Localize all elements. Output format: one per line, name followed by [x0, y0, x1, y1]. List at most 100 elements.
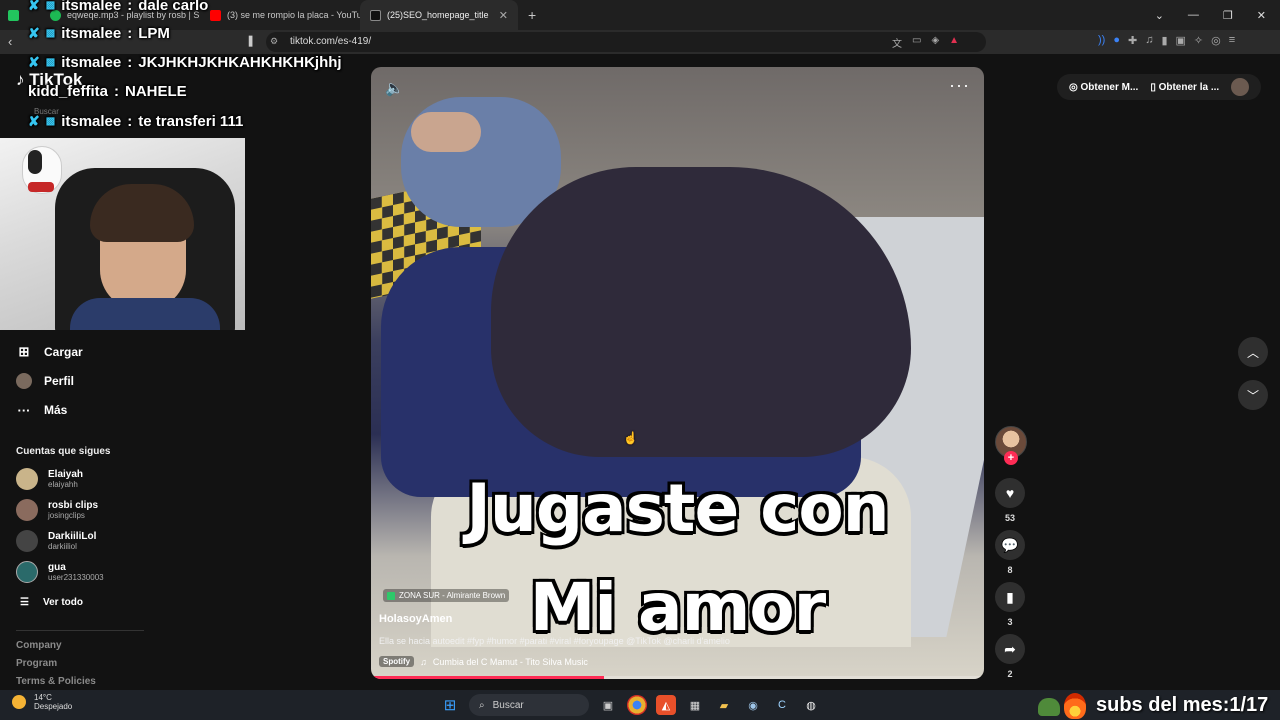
account-name: Elaiyah	[48, 469, 84, 480]
minimize-icon[interactable]: —	[1188, 9, 1199, 21]
bookmark-action[interactable]: ▮ 3	[995, 582, 1025, 627]
video-caption: Jugaste con	[466, 470, 889, 547]
audio-icon[interactable]: ))	[1098, 34, 1105, 47]
moon-icon	[12, 695, 26, 709]
more-options-icon[interactable]: ···	[949, 75, 970, 96]
nav-label: Perfil	[44, 374, 75, 388]
vpn-icon[interactable]: ◎	[1211, 34, 1221, 47]
browser-tab[interactable]: (3) se me rompio la placa - YouTube	[200, 0, 360, 30]
browser-tab-active[interactable]: (25)SEO_homepage_title ✕	[360, 0, 518, 30]
weather-widget[interactable]: 14°C Despejado	[12, 693, 72, 711]
close-icon[interactable]: ✕	[499, 9, 508, 22]
cast-icon[interactable]: ▭	[912, 35, 921, 50]
profile-avatar[interactable]	[1231, 78, 1250, 96]
see-all-link[interactable]: ☰ Ver todo	[20, 597, 83, 608]
store-icon[interactable]: ▦	[685, 695, 705, 715]
plush-scarf	[28, 182, 54, 192]
comment-icon[interactable]: 💬	[995, 530, 1025, 560]
chat-user: itsmalee	[61, 25, 122, 42]
video-description: Ella se hacia autoedit #fyp #humor #para…	[379, 636, 730, 646]
volume-icon[interactable]: 🔈	[385, 79, 404, 97]
chat-message: ✘ ▩ itsmalee: LPM	[28, 25, 170, 42]
task-view-icon[interactable]: ▣	[598, 695, 618, 715]
nav-item-mas[interactable]: ··· Más	[16, 402, 68, 418]
close-window-icon[interactable]: ✕	[1257, 9, 1266, 22]
music-note-icon: ♫	[420, 656, 427, 667]
app-icon[interactable]: C	[772, 695, 792, 715]
ai-icon[interactable]: ✧	[1194, 34, 1203, 47]
follow-plus-icon[interactable]: +	[1004, 451, 1018, 465]
menu-icon[interactable]: ≡	[1229, 34, 1235, 47]
share-action[interactable]: ➦ 2	[995, 634, 1025, 679]
video-music[interactable]: Spotify ♫ Cumbia del C Mamut - Tito Silv…	[379, 656, 588, 667]
window-controls: ⌄ — ❐ ✕	[1155, 0, 1280, 30]
following-account[interactable]: gua user231330003	[16, 561, 104, 583]
brave-rewards-icon[interactable]: ▲	[949, 35, 959, 50]
windows-start-icon[interactable]: ⊞	[440, 695, 460, 715]
video-username[interactable]: HolasoyAmen	[379, 613, 452, 625]
next-video-button[interactable]: ﹀	[1238, 380, 1268, 410]
location-badge[interactable]: ZONA SUR - Almirante Brown	[383, 589, 510, 602]
video-player[interactable]: Jugaste con Mi amor 🔈 ··· ZONA SUR - Alm…	[371, 67, 984, 679]
footer-link[interactable]: Terms & Policies	[16, 676, 96, 687]
nav-item-cargar[interactable]: ⊞ Cargar	[16, 344, 83, 360]
spotify-badge[interactable]: Spotify	[379, 656, 415, 667]
url-field[interactable]: tiktok.com/es-419/	[266, 32, 986, 52]
search-icon: ⌕	[479, 699, 485, 711]
folder-icon[interactable]: ▰	[714, 695, 734, 715]
restore-icon[interactable]: ❐	[1223, 9, 1233, 22]
taskbar-icons: ⊞ ⌕ Buscar ▣ ◭ ▦ ▰ ◉ C ◍	[440, 694, 821, 716]
sidebar-icon[interactable]: ▮	[1161, 34, 1167, 47]
music-icon[interactable]: ♫	[1145, 34, 1153, 47]
like-action[interactable]: ♥ 53	[995, 478, 1025, 523]
heart-icon[interactable]: ♥	[995, 478, 1025, 508]
puzzle-icon[interactable]: ✚	[1128, 34, 1137, 47]
following-account[interactable]: Elaiyah elaiyahh	[16, 468, 83, 490]
account-handle: user231330003	[48, 573, 104, 582]
back-icon[interactable]: ‹	[8, 34, 12, 49]
chat-user: itsmalee	[61, 54, 122, 71]
video-scene-hair	[491, 167, 911, 457]
previous-video-button[interactable]: ︿	[1238, 337, 1268, 367]
footer-link[interactable]: Company	[16, 640, 62, 651]
chrome-icon[interactable]	[627, 695, 647, 715]
brave-shield-icon[interactable]: ◈	[931, 35, 939, 50]
streamer-body	[70, 298, 220, 330]
site-info-icon[interactable]: ⚙	[270, 36, 278, 47]
nav-item-perfil[interactable]: Perfil	[16, 373, 74, 389]
chevron-down-icon[interactable]: ⌄	[1155, 9, 1164, 22]
following-account[interactable]: rosbi clips josingclips	[16, 499, 98, 521]
translate-icon[interactable]: 文	[892, 35, 902, 50]
hand-cursor-icon: ☝	[623, 431, 638, 445]
following-account[interactable]: DarkiiliLol darkiiliol	[16, 530, 96, 552]
avatar	[16, 530, 38, 552]
address-actions: 文 ▭ ◈ ▲	[892, 35, 959, 50]
avatar	[16, 468, 38, 490]
account-handle: darkiiliol	[48, 542, 77, 551]
nav-label: Más	[44, 403, 68, 417]
sub-badge-icon: ▩	[45, 57, 56, 68]
obs-icon[interactable]: ◍	[801, 695, 821, 715]
sub-badge-icon: ▩	[45, 28, 56, 39]
comment-action[interactable]: 💬 8	[995, 530, 1025, 575]
new-tab-button[interactable]: +	[518, 0, 546, 30]
share-icon[interactable]: ➦	[995, 634, 1025, 664]
divider	[16, 630, 144, 631]
pepe-emote	[1038, 698, 1060, 716]
bookmark-icon[interactable]: ▮	[995, 582, 1025, 612]
music-title: Cumbia del C Mamut - Tito Silva Music	[432, 656, 588, 667]
footer-link[interactable]: Program	[16, 658, 57, 669]
brave-icon[interactable]: ◭	[656, 695, 676, 715]
plus-square-icon: ⊞	[18, 344, 30, 359]
video-progress[interactable]	[371, 676, 984, 679]
wallet-icon[interactable]: ▣	[1176, 34, 1186, 47]
sub-badge-icon: ▩	[45, 0, 56, 11]
steam-icon[interactable]: ◉	[743, 695, 763, 715]
bookmark-page-icon[interactable]: ❚	[246, 34, 255, 47]
extension-icon[interactable]: ●	[1113, 34, 1120, 47]
taskbar-search[interactable]: ⌕ Buscar	[469, 694, 589, 716]
chat-message: kidd_feffita: NAHELE	[28, 83, 187, 100]
get-coins-button[interactable]: ◎ Obtener M...	[1069, 82, 1138, 93]
chat-text: dale carlo	[138, 0, 209, 14]
get-app-button[interactable]: ▯ Obtener la ...	[1150, 82, 1219, 93]
